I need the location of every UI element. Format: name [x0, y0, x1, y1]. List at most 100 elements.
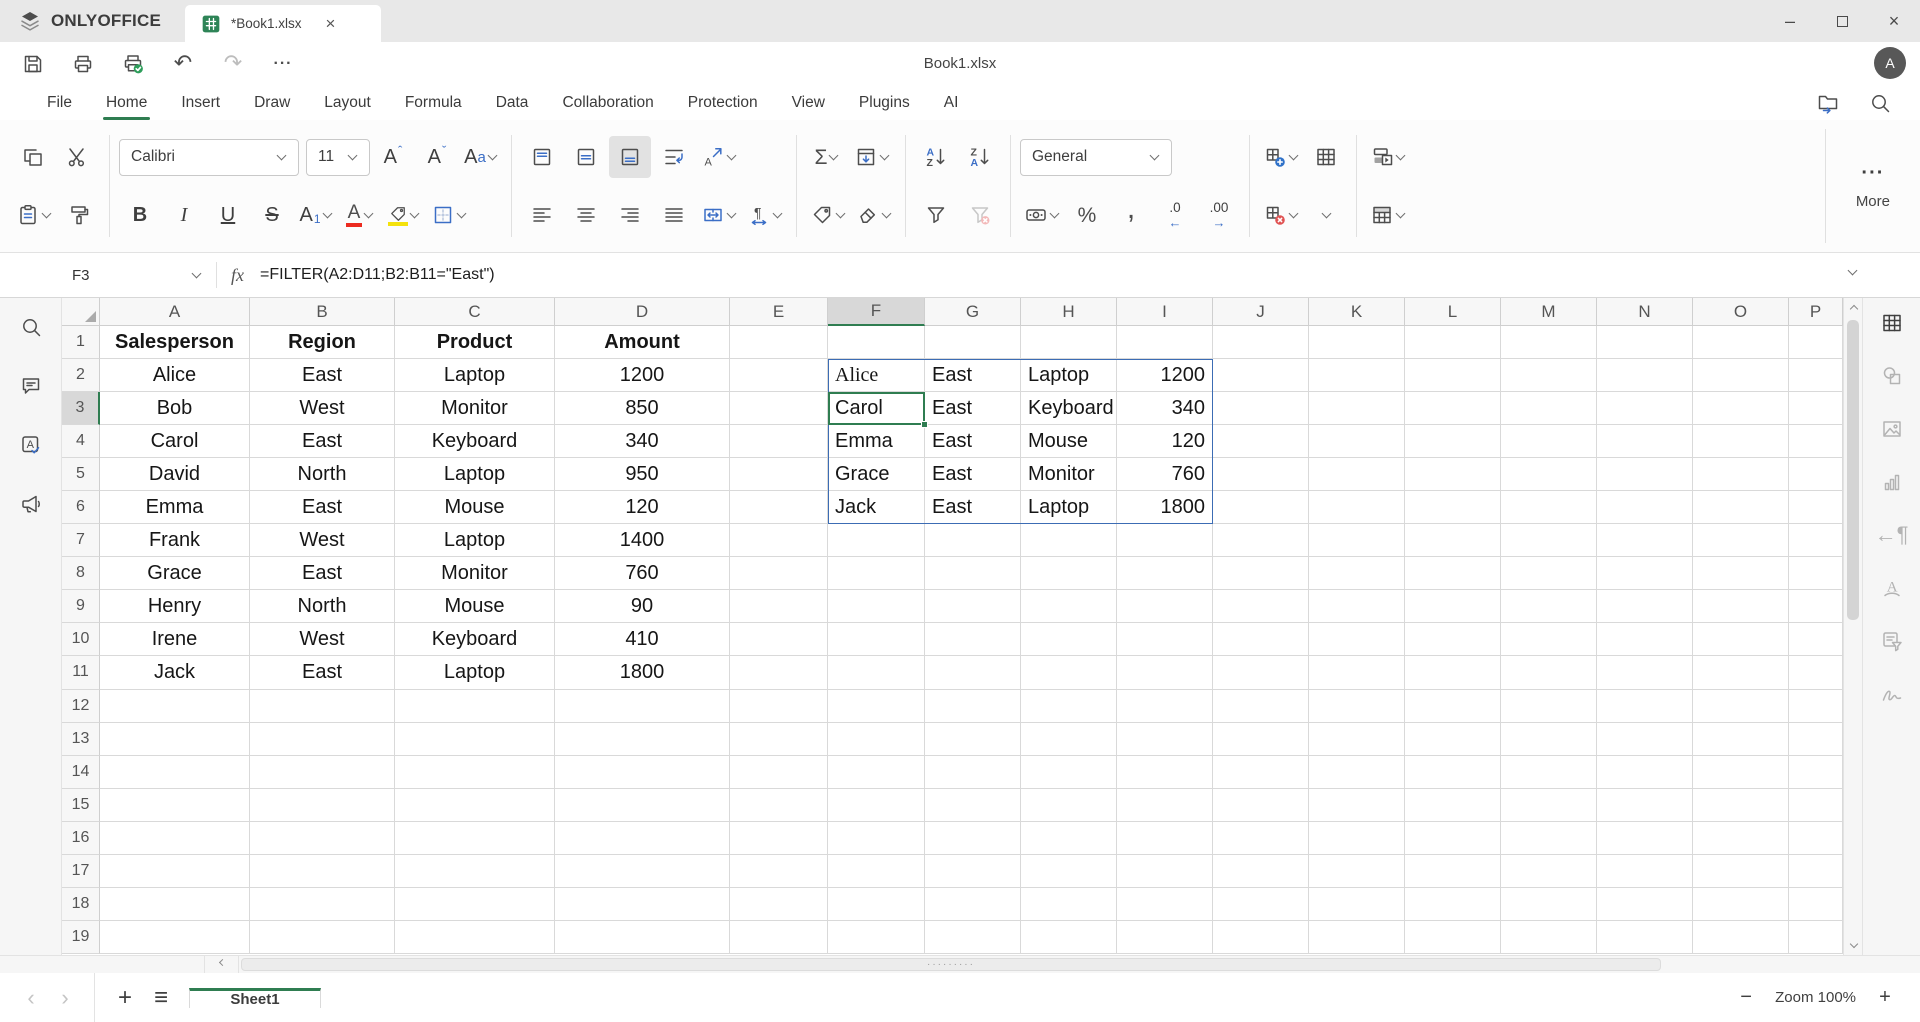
select-all-corner[interactable]: [62, 298, 100, 326]
cell-M18[interactable]: [1501, 888, 1597, 921]
cell-H10[interactable]: [1021, 623, 1117, 656]
cell-N12[interactable]: [1597, 690, 1693, 723]
cell-I17[interactable]: [1117, 855, 1213, 888]
align-top-button[interactable]: [521, 136, 563, 178]
cell-B5[interactable]: North: [250, 458, 395, 491]
cell-J10[interactable]: [1213, 623, 1309, 656]
cell-G3[interactable]: East: [925, 392, 1021, 425]
cell-B17[interactable]: [250, 855, 395, 888]
print-button[interactable]: [62, 47, 104, 81]
cell-M11[interactable]: [1501, 656, 1597, 689]
menu-formula[interactable]: Formula: [388, 85, 479, 120]
cell-E18[interactable]: [730, 888, 828, 921]
cell-O16[interactable]: [1693, 822, 1789, 855]
menu-draw[interactable]: Draw: [237, 85, 307, 120]
align-left-button[interactable]: [521, 194, 563, 236]
cell-P2[interactable]: [1789, 359, 1843, 392]
font-color-button[interactable]: A: [339, 194, 381, 236]
cell-I8[interactable]: [1117, 557, 1213, 590]
cell-J14[interactable]: [1213, 756, 1309, 789]
cell-L15[interactable]: [1405, 789, 1501, 822]
cell-L16[interactable]: [1405, 822, 1501, 855]
column-header-G[interactable]: G: [925, 298, 1021, 326]
cell-H16[interactable]: [1021, 822, 1117, 855]
cell-D14[interactable]: [555, 756, 730, 789]
row-header-3[interactable]: 3: [62, 392, 100, 425]
cell-C10[interactable]: Keyboard: [395, 623, 555, 656]
cell-N15[interactable]: [1597, 789, 1693, 822]
copy-button[interactable]: [12, 136, 54, 178]
menu-insert[interactable]: Insert: [164, 85, 237, 120]
cell-D19[interactable]: [555, 921, 730, 954]
format-painter-button[interactable]: [58, 194, 100, 236]
cell-E1[interactable]: [730, 326, 828, 359]
column-header-C[interactable]: C: [395, 298, 555, 326]
cell-O4[interactable]: [1693, 425, 1789, 458]
cell-A12[interactable]: [100, 690, 250, 723]
cell-M15[interactable]: [1501, 789, 1597, 822]
cell-K7[interactable]: [1309, 524, 1405, 557]
cell-K9[interactable]: [1309, 590, 1405, 623]
cell-P1[interactable]: [1789, 326, 1843, 359]
cell-O18[interactable]: [1693, 888, 1789, 921]
font-name-select[interactable]: Calibri: [119, 139, 299, 176]
column-header-I[interactable]: I: [1117, 298, 1213, 326]
cell-L2[interactable]: [1405, 359, 1501, 392]
cell-E16[interactable]: [730, 822, 828, 855]
cell-D15[interactable]: [555, 789, 730, 822]
align-center-button[interactable]: [565, 194, 607, 236]
cell-A11[interactable]: Jack: [100, 656, 250, 689]
text-direction-button[interactable]: [743, 194, 787, 236]
cell-H8[interactable]: [1021, 557, 1117, 590]
cell-C19[interactable]: [395, 921, 555, 954]
cell-C7[interactable]: Laptop: [395, 524, 555, 557]
cell-H7[interactable]: [1021, 524, 1117, 557]
cell-E17[interactable]: [730, 855, 828, 888]
cell-G16[interactable]: [925, 822, 1021, 855]
scroll-down-button[interactable]: [1844, 937, 1862, 955]
bold-button[interactable]: B: [119, 194, 161, 236]
cell-F19[interactable]: [828, 921, 925, 954]
font-size-select[interactable]: 11: [306, 139, 370, 176]
horizontal-scroll-thumb[interactable]: [241, 958, 1661, 971]
undo-button[interactable]: [162, 47, 204, 81]
zoom-out-button[interactable]: [1731, 983, 1761, 1013]
cell-F6[interactable]: Jack: [828, 491, 925, 524]
cell-I6[interactable]: 1800: [1117, 491, 1213, 524]
column-header-M[interactable]: M: [1501, 298, 1597, 326]
row-header-9[interactable]: 9: [62, 590, 100, 623]
cell-O1[interactable]: [1693, 326, 1789, 359]
column-header-P[interactable]: P: [1789, 298, 1843, 326]
cell-N4[interactable]: [1597, 425, 1693, 458]
cell-O3[interactable]: [1693, 392, 1789, 425]
named-ranges-button[interactable]: [806, 194, 850, 236]
delete-cells-button[interactable]: [1259, 194, 1303, 236]
scroll-left-button[interactable]: [205, 956, 239, 973]
cell-K16[interactable]: [1309, 822, 1405, 855]
cell-D11[interactable]: 1800: [555, 656, 730, 689]
cell-B2[interactable]: East: [250, 359, 395, 392]
cell-N5[interactable]: [1597, 458, 1693, 491]
cell-F13[interactable]: [828, 723, 925, 756]
column-header-J[interactable]: J: [1213, 298, 1309, 326]
redo-button[interactable]: [212, 47, 254, 81]
cell-K19[interactable]: [1309, 921, 1405, 954]
cell-F12[interactable]: [828, 690, 925, 723]
cell-I4[interactable]: 120: [1117, 425, 1213, 458]
increase-font-size-button[interactable]: A: [372, 136, 414, 178]
cell-F17[interactable]: [828, 855, 925, 888]
cell-H11[interactable]: [1021, 656, 1117, 689]
cell-L3[interactable]: [1405, 392, 1501, 425]
row-header-19[interactable]: 19: [62, 921, 100, 954]
cell-B10[interactable]: West: [250, 623, 395, 656]
column-header-F[interactable]: F: [828, 298, 925, 326]
cell-A7[interactable]: Frank: [100, 524, 250, 557]
cell-P19[interactable]: [1789, 921, 1843, 954]
cell-E6[interactable]: [730, 491, 828, 524]
cell-L6[interactable]: [1405, 491, 1501, 524]
user-avatar[interactable]: A: [1874, 47, 1906, 79]
cell-A13[interactable]: [100, 723, 250, 756]
cell-L14[interactable]: [1405, 756, 1501, 789]
column-header-K[interactable]: K: [1309, 298, 1405, 326]
cell-F15[interactable]: [828, 789, 925, 822]
